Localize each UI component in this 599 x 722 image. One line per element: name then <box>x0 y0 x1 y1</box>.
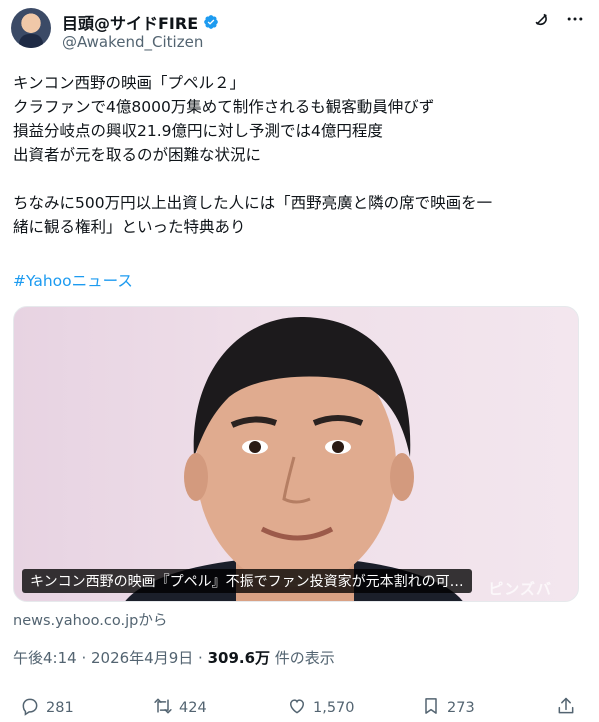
share-icon <box>556 696 576 720</box>
tweet-line: 損益分岐点の興収21.9億円に対し予測では4億円程度 <box>13 122 383 140</box>
card-source[interactable]: news.yahoo.co.jpから <box>13 609 167 630</box>
verified-badge-icon <box>203 14 219 30</box>
share-button[interactable] <box>556 696 576 720</box>
hashtag-link[interactable]: #Yahooニュース <box>13 269 133 291</box>
tweet-line: キンコン西野の映画「プペル２」 <box>13 74 246 92</box>
views-count: 309.6万 <box>207 649 271 667</box>
tweet-time[interactable]: 午後4:14 <box>13 649 77 667</box>
author-handle[interactable]: @Awakend_Citizen <box>62 33 203 51</box>
repost-button[interactable]: 424 <box>153 696 207 720</box>
tweet-text: キンコン西野の映画「プペル２」 クラファンで4億8000万集めて制作されるも観客… <box>13 71 585 239</box>
tweet-line: 出資者が元を取るのが困難な状況に <box>13 146 262 164</box>
like-icon <box>287 696 307 720</box>
tweet-top-actions <box>531 9 585 29</box>
like-count: 1,570 <box>313 700 355 716</box>
more-icon[interactable] <box>565 9 585 29</box>
tweet-date[interactable]: 2026年4月9日 <box>91 649 193 667</box>
grok-icon[interactable] <box>531 9 551 29</box>
card-watermark: ピンズバ <box>488 580 552 598</box>
link-card[interactable]: キンコン西野の映画『プペル』不振でファン投資家が元本割れの可… ピンズバ <box>13 306 579 602</box>
avatar[interactable] <box>11 8 51 48</box>
reply-button[interactable]: 281 <box>20 696 74 720</box>
tweet-line: ちなみに500万円以上出資した人には「西野亮廣と隣の席で映画を一 <box>13 194 493 212</box>
bookmark-icon <box>421 696 441 720</box>
meta-separator: · <box>193 649 208 667</box>
card-caption: キンコン西野の映画『プペル』不振でファン投資家が元本割れの可… <box>22 569 472 593</box>
bookmark-button[interactable]: 273 <box>421 696 475 720</box>
tweet-meta: 午後4:14 · 2026年4月9日 · 309.6万 件の表示 <box>13 647 335 668</box>
tweet-actions-bar: 281 424 1,570 273 <box>0 696 599 722</box>
repost-count: 424 <box>179 700 207 716</box>
author-name-row: 目頭@サイドFIRE <box>62 10 219 34</box>
author-display-name[interactable]: 目頭@サイドFIRE <box>62 10 198 34</box>
reply-count: 281 <box>46 700 74 716</box>
meta-separator: · <box>76 649 91 667</box>
tweet-line: 緒に観る権利」といった特典あり <box>13 218 246 236</box>
repost-icon <box>153 696 173 720</box>
like-button[interactable]: 1,570 <box>287 696 355 720</box>
tweet-line: クラファンで4億8000万集めて制作されるも観客動員伸びず <box>13 98 435 116</box>
views-label: 件の表示 <box>270 649 335 667</box>
bookmark-count: 273 <box>447 700 475 716</box>
reply-icon <box>20 696 40 720</box>
card-photo <box>125 316 463 601</box>
